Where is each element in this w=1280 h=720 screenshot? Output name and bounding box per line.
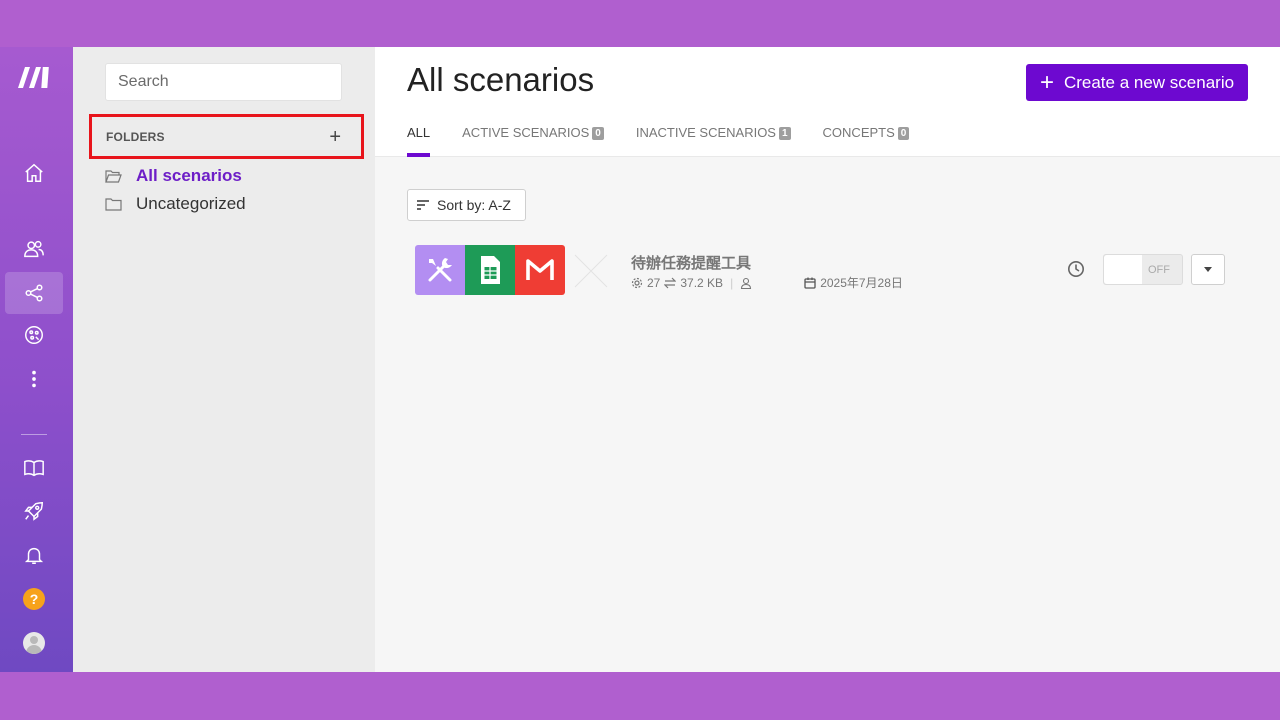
page-title: All scenarios xyxy=(407,61,595,98)
folders-sidebar: FOLDERS + All scenarios Uncategorized xyxy=(73,47,375,672)
rail-profile[interactable] xyxy=(5,622,63,664)
folder-item-uncategorized[interactable]: Uncategorized xyxy=(105,192,246,216)
empty-slot-x-icon xyxy=(574,254,608,288)
transfer-arrows-icon xyxy=(664,277,677,288)
more-icon xyxy=(32,370,36,388)
home-icon xyxy=(25,163,43,182)
sort-label: Sort by: A-Z xyxy=(437,197,511,213)
data-transfer: 37.2 KB xyxy=(680,275,724,290)
rail-divider xyxy=(21,434,47,435)
tab-label: ALL xyxy=(407,125,431,140)
make-logo-icon[interactable] xyxy=(16,64,54,90)
rail-help[interactable]: ? xyxy=(5,578,63,620)
scenario-date: 2025年7月28日 xyxy=(820,276,903,290)
docs-book-icon xyxy=(24,460,44,477)
rail-docs[interactable] xyxy=(5,447,63,489)
folder-open-icon xyxy=(105,169,122,183)
avatar-icon xyxy=(23,632,45,654)
tab-all[interactable]: ALL xyxy=(407,125,431,157)
app-window: ? FOLDERS + All scenarios Uncategorized … xyxy=(0,47,1280,672)
rail-more[interactable] xyxy=(5,358,63,400)
gmail-icon xyxy=(515,245,565,295)
google-sheets-icon xyxy=(465,245,515,295)
rail-notifications[interactable] xyxy=(5,534,63,576)
main-header: All scenarios + Create a new scenario AL… xyxy=(375,47,1280,157)
schedule-clock-icon[interactable] xyxy=(1067,260,1085,278)
rocket-icon xyxy=(24,502,43,521)
rail-home[interactable] xyxy=(5,152,63,194)
toggle-state-label: OFF xyxy=(1148,264,1170,276)
create-button-label: Create a new scenario xyxy=(1063,72,1235,92)
scenario-app-icons xyxy=(415,245,565,295)
count-badge: 1 xyxy=(778,127,791,140)
meta-separator: | xyxy=(730,275,734,290)
folders-header-label: FOLDERS xyxy=(106,129,165,144)
tab-inactive-scenarios[interactable]: INACTIVE SCENARIOS 1 xyxy=(636,125,791,157)
rail-rocket[interactable] xyxy=(5,490,63,532)
caret-down-icon xyxy=(1204,267,1212,272)
scenario-tabs: ALL ACTIVE SCENARIOS 0 INACTIVE SCENARIO… xyxy=(407,125,910,157)
count-badge: 0 xyxy=(897,127,910,140)
tab-label: ACTIVE SCENARIOS xyxy=(462,125,590,140)
scenario-options-dropdown[interactable] xyxy=(1191,254,1225,285)
left-rail: ? xyxy=(0,47,73,672)
help-icon: ? xyxy=(23,588,45,610)
calendar-icon xyxy=(804,277,816,289)
folder-item-all-scenarios[interactable]: All scenarios xyxy=(105,164,242,188)
operations-count: 27 xyxy=(647,275,661,290)
operations-gear-icon xyxy=(631,277,643,288)
rail-templates[interactable] xyxy=(5,314,63,356)
rail-team[interactable] xyxy=(5,228,63,270)
tab-active-scenarios[interactable]: ACTIVE SCENARIOS 0 xyxy=(462,125,604,157)
scenario-name[interactable]: 待辦任務提醒工具 xyxy=(631,252,751,273)
main-content: All scenarios + Create a new scenario AL… xyxy=(375,47,1280,672)
create-new-scenario-button[interactable]: + Create a new scenario xyxy=(1026,64,1248,101)
templates-icon xyxy=(25,326,43,344)
tools-icon xyxy=(415,245,465,295)
toggle-knob xyxy=(1104,255,1142,284)
tab-label: INACTIVE SCENARIOS xyxy=(635,125,776,140)
tab-concepts[interactable]: CONCEPTS 0 xyxy=(823,125,910,157)
bell-icon xyxy=(24,547,44,564)
scenario-meta: 27 37.2 KB | 2025年7月28日 xyxy=(631,274,903,291)
folder-icon xyxy=(105,197,122,211)
team-icon xyxy=(24,240,44,258)
tab-label: CONCEPTS xyxy=(822,125,895,140)
add-folder-button[interactable]: + xyxy=(329,127,341,147)
scenarios-share-icon xyxy=(25,284,43,302)
rail-scenarios[interactable] xyxy=(5,272,63,314)
owner-user-icon xyxy=(741,277,752,289)
folders-header: FOLDERS + xyxy=(89,114,364,159)
count-badge: 0 xyxy=(592,127,604,140)
scenario-row[interactable]: 待辦任務提醒工具 27 37.2 KB | 2025年7月28日 OFF xyxy=(415,245,1225,297)
plus-icon: + xyxy=(1039,68,1054,96)
search-input[interactable] xyxy=(105,63,342,101)
scenario-on-off-toggle[interactable]: OFF xyxy=(1103,254,1183,285)
sort-button[interactable]: Sort by: A-Z xyxy=(407,189,526,221)
folder-label: Uncategorized xyxy=(136,194,246,213)
folder-label: All scenarios xyxy=(136,166,242,185)
sort-lines-icon xyxy=(417,200,429,210)
